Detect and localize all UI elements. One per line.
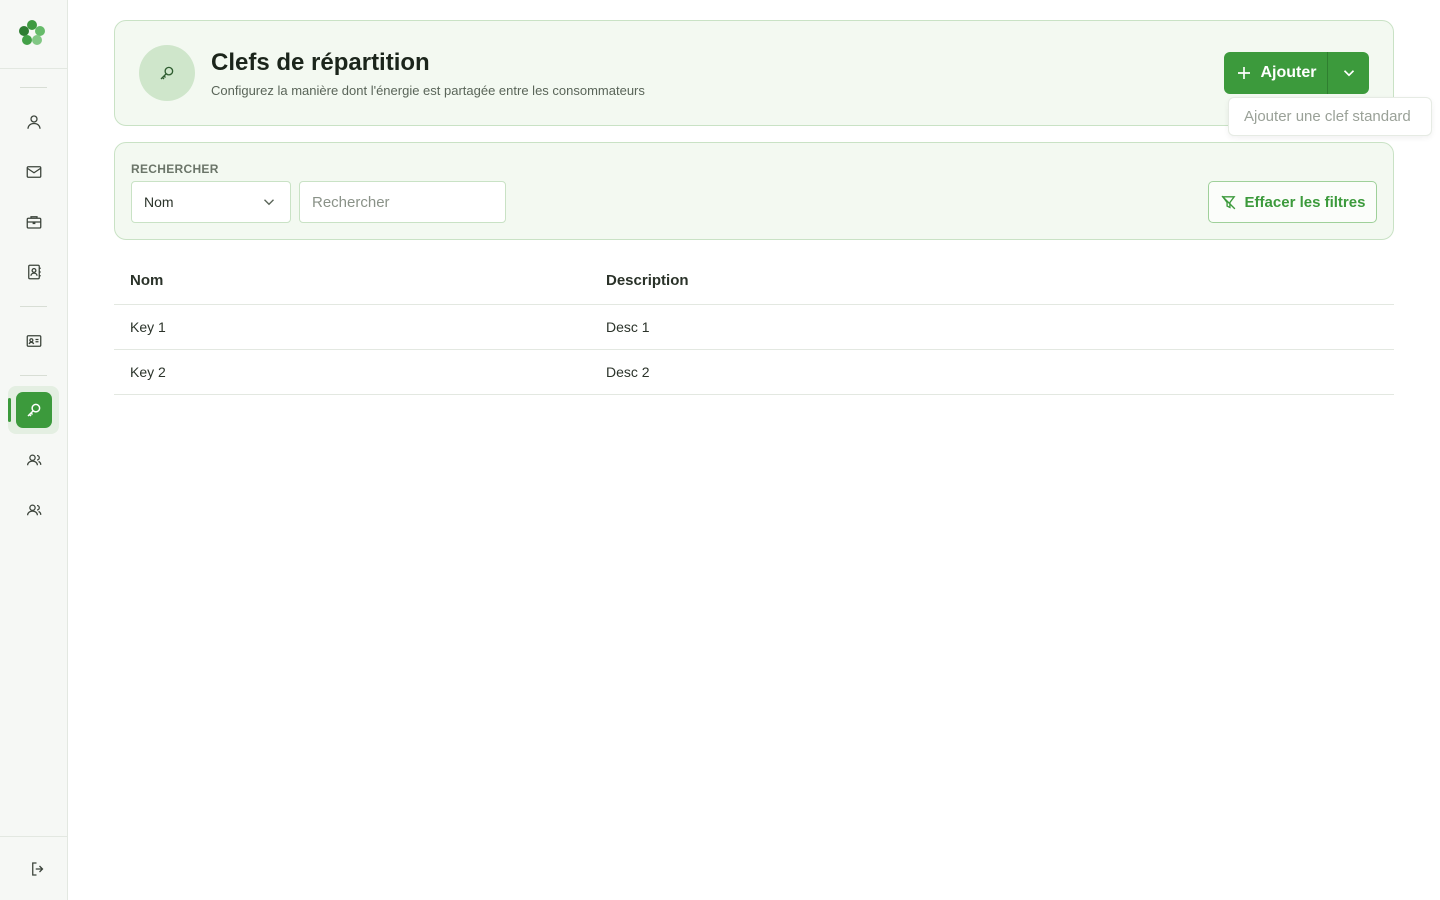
sidebar-item-user[interactable] — [14, 102, 54, 142]
page-header-card: Clefs de répartition Configurez la maniè… — [114, 20, 1394, 126]
sidebar-separator — [20, 375, 47, 376]
sidebar-divider — [0, 68, 67, 69]
table-header: Nom Description — [114, 256, 1394, 305]
search-input[interactable] — [299, 181, 506, 223]
add-button-label: Ajouter — [1260, 64, 1317, 81]
column-header-name[interactable]: Nom — [130, 272, 163, 289]
sidebar-item-briefcase[interactable] — [14, 202, 54, 242]
logout-icon — [32, 862, 44, 876]
chevron-down-icon — [264, 199, 274, 206]
page-subtitle: Configurez la manière dont l'énergie est… — [211, 83, 645, 98]
sidebar-item-keys[interactable] — [16, 392, 52, 428]
add-button[interactable]: Ajouter — [1224, 52, 1328, 94]
filter-card: RECHERCHER Nom Effacer les filtres — [114, 142, 1394, 240]
page-title: Clefs de répartition — [211, 49, 430, 76]
sidebar-separator — [20, 306, 47, 307]
key-icon — [139, 45, 195, 101]
sidebar-active-indicator — [8, 398, 11, 422]
table-row[interactable]: Key 1 Desc 1 — [114, 305, 1394, 350]
add-dropdown-item-standard-key[interactable]: Ajouter une clef standard — [1228, 97, 1432, 136]
sidebar-item-mail[interactable] — [14, 152, 54, 192]
clear-filters-button[interactable]: Effacer les filtres — [1208, 181, 1377, 223]
key-icon — [27, 403, 41, 417]
sidebar — [0, 0, 68, 900]
users-icon — [26, 454, 42, 466]
repartition-keys-table: Nom Description Key 1 Desc 1 Key 2 Desc … — [114, 256, 1394, 395]
chevron-down-icon — [1343, 70, 1354, 77]
cell-name: Key 2 — [130, 364, 166, 380]
logout-button[interactable] — [18, 849, 58, 889]
sidebar-item-consumers[interactable] — [14, 490, 54, 530]
filter-label: RECHERCHER — [131, 162, 219, 176]
sidebar-item-contacts[interactable] — [14, 252, 54, 292]
add-dropdown-toggle[interactable] — [1328, 52, 1369, 94]
mail-icon — [26, 166, 42, 178]
sidebar-item-groups[interactable] — [14, 440, 54, 480]
sidebar-divider — [0, 836, 67, 837]
plus-icon — [1237, 67, 1250, 79]
sidebar-item-idcard[interactable] — [14, 321, 54, 361]
add-button-group: Ajouter — [1224, 52, 1369, 94]
filter-off-icon — [1221, 195, 1236, 209]
cell-description: Desc 2 — [606, 364, 650, 380]
cell-description: Desc 1 — [606, 319, 650, 335]
cell-name: Key 1 — [130, 319, 166, 335]
table-row[interactable]: Key 2 Desc 2 — [114, 350, 1394, 395]
id-card-icon — [26, 335, 42, 347]
users-icon — [26, 504, 42, 516]
contact-book-icon — [28, 264, 41, 280]
search-field-select-value: Nom — [144, 194, 174, 210]
clover-logo-icon[interactable] — [17, 18, 47, 48]
sidebar-separator — [20, 87, 47, 88]
user-icon — [27, 115, 41, 129]
search-field-select[interactable]: Nom — [131, 181, 291, 223]
briefcase-icon — [26, 216, 42, 229]
column-header-description[interactable]: Description — [606, 272, 689, 289]
clear-filters-label: Effacer les filtres — [1244, 193, 1366, 211]
